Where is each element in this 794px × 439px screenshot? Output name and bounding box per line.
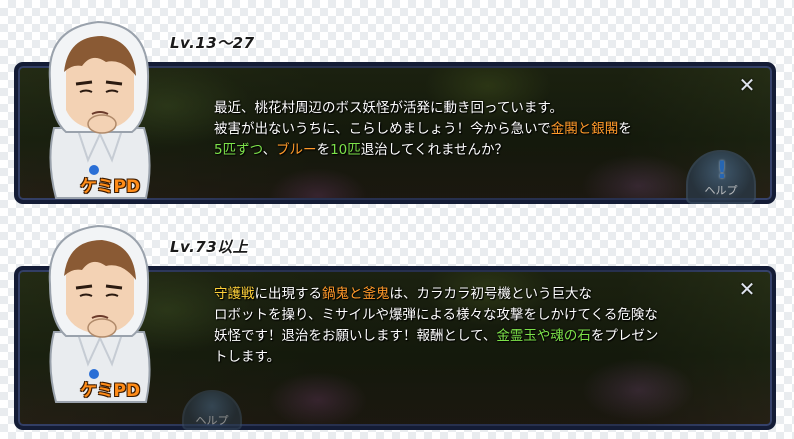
close-icon[interactable]: ✕ [738, 75, 756, 95]
highlight-location: 守護戦 [214, 286, 255, 302]
message-line: ロボットを操り、ミサイルや爆弾による様々な攻撃をしかけてくる危険な [214, 307, 658, 323]
highlight-count: 5匹ずつ [214, 142, 263, 158]
quest-panel-1: 最近、桃花村周辺のボス妖怪が活発に動き回っています。 被害が出ないうちに、こらし… [0, 0, 794, 210]
highlight-target: 金閣 [550, 121, 578, 137]
message-line: 守護戦に出現する鍋鬼と釜鬼は、カラカラ初号機という巨大な [214, 286, 592, 302]
npc-name: ケミPD [80, 381, 141, 401]
message-line: トします。 [214, 349, 281, 365]
close-icon[interactable]: ✕ [738, 279, 756, 299]
highlight-reward: 金霊玉や魂の石 [496, 328, 591, 344]
exclamation-icon: ! [716, 156, 728, 184]
highlight-target: 鍋鬼と釜鬼 [322, 286, 390, 302]
dialog-message: 守護戦に出現する鍋鬼と釜鬼は、カラカラ初号機という巨大な ロボットを操り、ミサイ… [214, 284, 754, 368]
quest-panel-2: 守護戦に出現する鍋鬼と釜鬼は、カラカラ初号機という巨大な ロボットを操り、ミサイ… [0, 222, 794, 432]
help-label: ヘルプ [704, 184, 738, 197]
message-line: 5匹ずつ、ブルーを10匹退治してくれませんか？ [214, 142, 509, 158]
level-range-label: Lv.73以上 [170, 238, 249, 256]
npc-name: ケミPD [80, 177, 141, 197]
message-line: 被害が出ないうちに、こらしめましょう！今から急いで金閣と銀閣を [214, 121, 632, 137]
highlight-count: 10匹 [330, 142, 361, 158]
highlight-target: 銀閣 [591, 121, 619, 137]
message-line: 最近、桃花村周辺のボス妖怪が活発に動き回っています。 [214, 100, 563, 116]
help-label: ヘルプ [195, 414, 229, 427]
dialog-message: 最近、桃花村周辺のボス妖怪が活発に動き回っています。 被害が出ないうちに、こらし… [214, 98, 754, 161]
message-line: 妖怪です！退治をお願いします！報酬として、金霊玉や魂の石をプレゼン [214, 328, 659, 344]
level-range-label: Lv.13〜27 [170, 34, 255, 52]
highlight-target: ブルー [276, 142, 317, 158]
